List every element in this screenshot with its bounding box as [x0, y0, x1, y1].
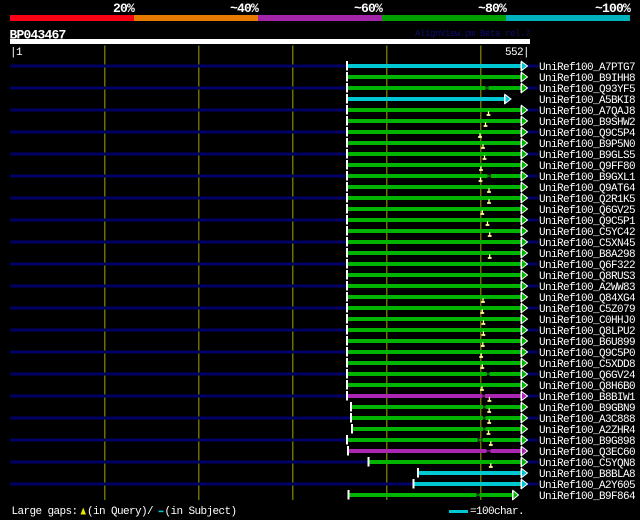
svg-text:(in Subject): (in Subject) — [165, 506, 237, 518]
svg-text:~100%: ~100% — [595, 1, 631, 16]
svg-text:20%: 20% — [113, 1, 135, 16]
svg-text:|1: |1 — [10, 47, 23, 59]
svg-text:552|: 552| — [505, 47, 529, 59]
svg-text:UniRef100_B9F864: UniRef100_B9F864 — [539, 491, 636, 503]
svg-text:AlignView.pm Beta rel.7: AlignView.pm Beta rel.7 — [415, 29, 530, 39]
svg-text:~80%: ~80% — [478, 1, 507, 16]
svg-text:~40%: ~40% — [230, 1, 259, 16]
svg-text:(in Query)/: (in Query)/ — [87, 506, 153, 518]
svg-text:Large gaps:: Large gaps: — [12, 506, 78, 518]
svg-text:=100char.: =100char. — [470, 506, 524, 518]
svg-text:~60%: ~60% — [354, 1, 383, 16]
